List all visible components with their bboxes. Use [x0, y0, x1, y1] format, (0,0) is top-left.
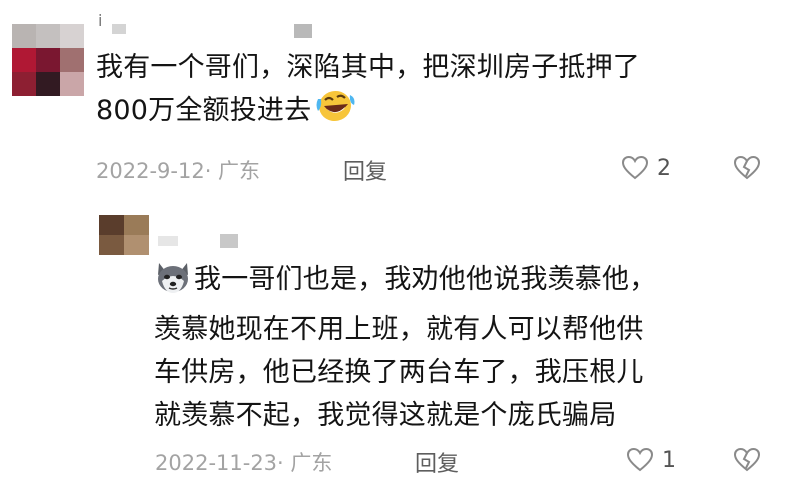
heart-icon: [626, 447, 654, 472]
laughing-crying-emoji-icon: [315, 89, 355, 136]
husky-dog-emoji-icon: [154, 259, 192, 308]
comment-line: 我有一个哥们，深陷其中，把深圳房子抵押了: [96, 52, 640, 83]
broken-heart-icon: [733, 155, 761, 180]
commenter-name-initial: i: [98, 11, 103, 30]
reply-to-reply-button[interactable]: 回复: [415, 446, 459, 478]
comment-body: 我有一个哥们，深陷其中，把深圳房子抵押了 800万全额投进去: [96, 46, 786, 136]
commenter-avatar[interactable]: [12, 24, 84, 96]
like-count: 2: [657, 155, 671, 181]
comment-meta: 2022-9-12· 广东: [96, 159, 261, 183]
reply-line: 就羡慕不起，我觉得这就是个庞氏骗局: [154, 400, 617, 431]
reply-dislike-button[interactable]: [732, 447, 762, 477]
reply-date: 2022-11-23: [155, 451, 278, 475]
dislike-button[interactable]: [732, 155, 762, 185]
comment-line-with-emoji: 800万全额投进去: [96, 89, 786, 136]
reply-line-with-emoji: 我一哥们也是，我劝他他说我羡慕他，: [154, 258, 764, 308]
replier-avatar[interactable]: [99, 215, 149, 255]
reply-line: 羡慕她现在不用上班，就有人可以帮他供: [154, 314, 644, 345]
reply-line: 车供房，他已经换了两台车了，我压根儿: [154, 357, 644, 388]
reply-button[interactable]: 回复: [343, 154, 387, 186]
reply-location: 广东: [290, 451, 333, 475]
comment-location: 广东: [218, 159, 261, 183]
reply-like-count: 1: [662, 447, 676, 473]
comment-date: 2022-9-12: [96, 159, 205, 183]
broken-heart-icon: [733, 447, 761, 472]
heart-icon: [621, 155, 649, 180]
like-button[interactable]: 2: [621, 155, 671, 181]
commenter-name-blurred[interactable]: i: [98, 8, 312, 38]
reply-meta: 2022-11-23· 广东: [155, 451, 333, 475]
replier-name-blurred[interactable]: [158, 232, 248, 248]
reply-body: 我一哥们也是，我劝他他说我羡慕他， 羡慕她现在不用上班，就有人可以帮他供 车供房…: [154, 258, 764, 437]
reply-like-button[interactable]: 1: [626, 447, 676, 473]
